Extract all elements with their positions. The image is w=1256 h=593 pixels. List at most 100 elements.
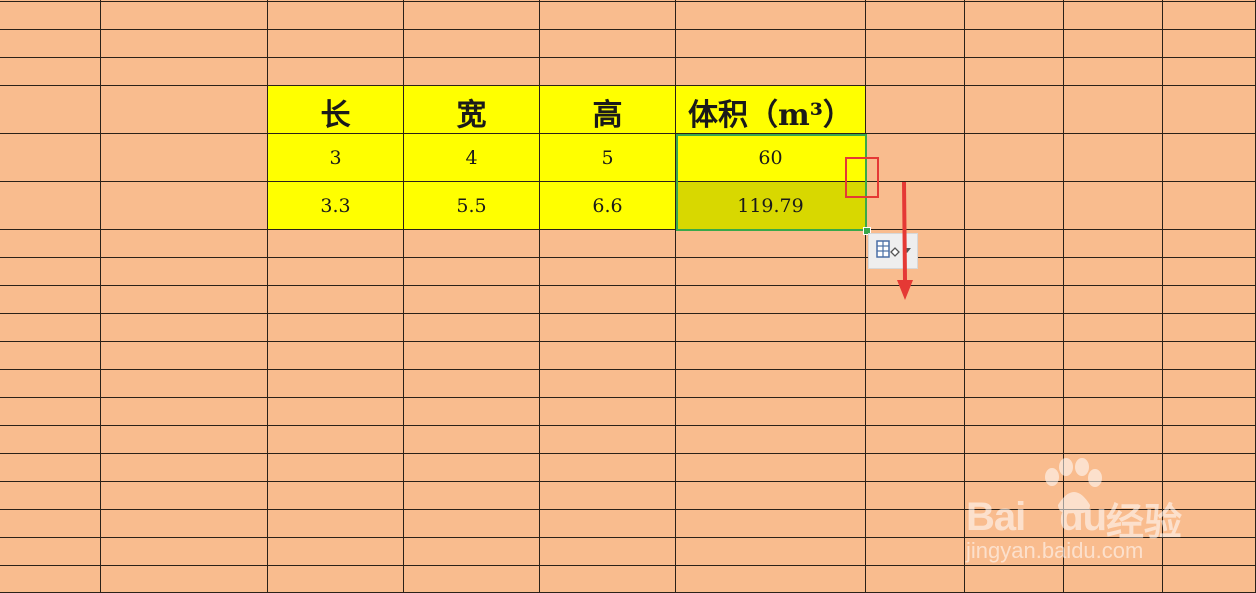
grid-cell[interactable]	[268, 258, 404, 286]
grid-cell[interactable]	[404, 370, 540, 398]
grid-cell[interactable]	[1163, 314, 1256, 342]
grid-cell[interactable]	[676, 510, 866, 538]
grid-cell[interactable]	[404, 58, 540, 86]
grid-cell[interactable]	[404, 258, 540, 286]
grid-cell[interactable]	[965, 58, 1064, 86]
grid-cell[interactable]	[268, 510, 404, 538]
grid-cell[interactable]	[1163, 370, 1256, 398]
grid-cell[interactable]	[1064, 370, 1163, 398]
grid-cell[interactable]	[866, 370, 965, 398]
grid-cell[interactable]	[404, 314, 540, 342]
grid-cell[interactable]	[540, 286, 676, 314]
grid-cell[interactable]	[0, 342, 101, 370]
grid-cell[interactable]	[540, 538, 676, 566]
grid-cell[interactable]	[0, 30, 101, 58]
grid-cell[interactable]	[404, 426, 540, 454]
grid-cell[interactable]	[101, 314, 268, 342]
grid-cell[interactable]	[101, 2, 268, 30]
grid-cell[interactable]	[268, 370, 404, 398]
grid-cell[interactable]	[101, 258, 268, 286]
grid-cell[interactable]	[676, 2, 866, 30]
grid-cell[interactable]	[404, 342, 540, 370]
grid-cell[interactable]	[540, 454, 676, 482]
grid-cell[interactable]	[0, 86, 101, 134]
grid-cell[interactable]	[268, 482, 404, 510]
grid-cell[interactable]	[101, 454, 268, 482]
grid-cell[interactable]	[0, 510, 101, 538]
grid-cell[interactable]	[268, 566, 404, 593]
grid-cell[interactable]	[0, 286, 101, 314]
grid-cell[interactable]	[101, 482, 268, 510]
grid-cell[interactable]	[676, 58, 866, 86]
grid-cell[interactable]	[866, 538, 965, 566]
grid-cell[interactable]	[866, 342, 965, 370]
grid-cell[interactable]	[1163, 30, 1256, 58]
grid-cell[interactable]	[866, 86, 965, 134]
grid-cell[interactable]	[1064, 2, 1163, 30]
grid-cell[interactable]	[1064, 398, 1163, 426]
grid-cell[interactable]	[404, 230, 540, 258]
grid-cell[interactable]	[0, 58, 101, 86]
grid-cell[interactable]	[540, 258, 676, 286]
grid-cell[interactable]	[676, 314, 866, 342]
grid-cell[interactable]	[676, 230, 866, 258]
grid-cell[interactable]	[101, 86, 268, 134]
grid-cell[interactable]	[965, 134, 1064, 182]
grid-cell[interactable]	[1064, 58, 1163, 86]
grid-cell[interactable]	[866, 454, 965, 482]
grid-cell[interactable]	[1064, 30, 1163, 58]
grid-cell[interactable]	[965, 314, 1064, 342]
grid-cell[interactable]	[404, 566, 540, 593]
volume-cell[interactable]: 119.79	[676, 182, 866, 230]
grid-cell[interactable]	[866, 426, 965, 454]
grid-cell[interactable]	[0, 314, 101, 342]
grid-cell[interactable]	[0, 482, 101, 510]
grid-cell[interactable]	[0, 258, 101, 286]
grid-cell[interactable]	[540, 30, 676, 58]
grid-cell[interactable]	[540, 370, 676, 398]
data-cell[interactable]: 5	[540, 134, 676, 182]
grid-cell[interactable]	[101, 426, 268, 454]
grid-cell[interactable]	[0, 2, 101, 30]
grid-cell[interactable]	[101, 230, 268, 258]
grid-cell[interactable]	[1064, 182, 1163, 230]
grid-cell[interactable]	[540, 314, 676, 342]
grid-cell[interactable]	[676, 538, 866, 566]
grid-cell[interactable]	[101, 58, 268, 86]
grid-cell[interactable]	[101, 134, 268, 182]
grid-cell[interactable]	[540, 398, 676, 426]
grid-cell[interactable]	[965, 398, 1064, 426]
grid-cell[interactable]	[1163, 398, 1256, 426]
grid-cell[interactable]	[0, 370, 101, 398]
grid-cell[interactable]	[1163, 134, 1256, 182]
grid-cell[interactable]	[101, 510, 268, 538]
grid-cell[interactable]	[540, 566, 676, 593]
grid-cell[interactable]	[866, 314, 965, 342]
grid-cell[interactable]	[965, 30, 1064, 58]
grid-cell[interactable]	[0, 182, 101, 230]
grid-cell[interactable]	[404, 398, 540, 426]
grid-cell[interactable]	[1163, 426, 1256, 454]
grid-cell[interactable]	[1064, 314, 1163, 342]
grid-cell[interactable]	[404, 2, 540, 30]
grid-cell[interactable]	[101, 30, 268, 58]
grid-cell[interactable]	[866, 30, 965, 58]
grid-cell[interactable]	[1163, 58, 1256, 86]
grid-cell[interactable]	[965, 182, 1064, 230]
grid-cell[interactable]	[866, 58, 965, 86]
grid-cell[interactable]	[866, 2, 965, 30]
grid-cell[interactable]	[404, 454, 540, 482]
grid-cell[interactable]	[965, 286, 1064, 314]
grid-cell[interactable]	[965, 2, 1064, 30]
grid-cell[interactable]	[268, 230, 404, 258]
grid-cell[interactable]	[866, 134, 965, 182]
grid-cell[interactable]	[1163, 342, 1256, 370]
grid-cell[interactable]	[101, 398, 268, 426]
grid-cell[interactable]	[0, 426, 101, 454]
grid-cell[interactable]	[1064, 230, 1163, 258]
grid-cell[interactable]	[1064, 286, 1163, 314]
grid-cell[interactable]	[1163, 182, 1256, 230]
header-cell[interactable]: 高	[540, 86, 676, 134]
grid-cell[interactable]	[540, 426, 676, 454]
data-cell[interactable]: 6.6	[540, 182, 676, 230]
